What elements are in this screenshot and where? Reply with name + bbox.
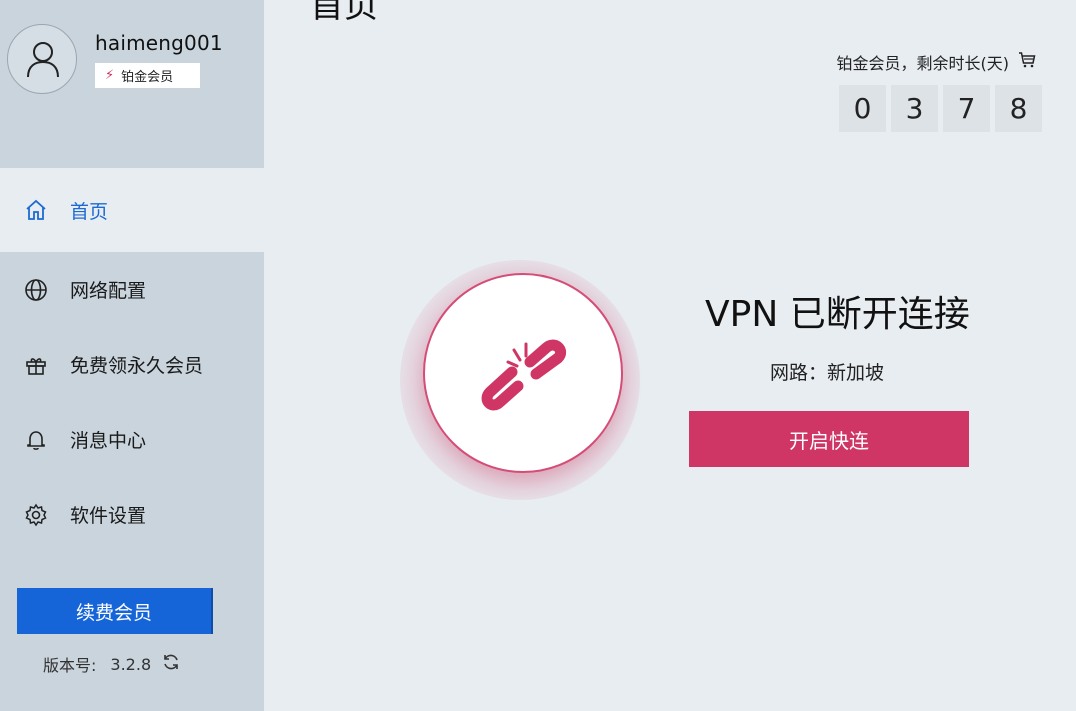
sidebar-item-free-membership[interactable]: 免费领永久会员 (0, 327, 264, 402)
day-digit: 3 (891, 85, 938, 132)
sidebar-item-label: 网络配置 (70, 280, 147, 302)
home-icon (23, 197, 49, 223)
day-digit: 7 (943, 85, 990, 132)
sidebar-item-settings[interactable]: 软件设置 (0, 477, 264, 552)
sidebar-item-label: 免费领永久会员 (70, 355, 204, 377)
route-label[interactable]: 网路：新加坡 (770, 358, 884, 385)
membership-badge-label: 铂金会员 (121, 70, 174, 85)
sidebar-nav: 首页 网络配置 免费领永久会员 消息中心 软件设置 (0, 168, 264, 552)
sidebar-item-messages[interactable]: 消息中心 (0, 402, 264, 477)
broken-link-icon (481, 339, 567, 411)
sidebar-item-network[interactable]: 网络配置 (0, 252, 264, 327)
gear-icon (23, 502, 49, 528)
membership-remaining-label: 铂金会员，剩余时长(天) (837, 50, 1037, 74)
version-info: 版本号: 3.2.8 (43, 652, 181, 676)
bolt-icon: ⚡ (105, 68, 115, 83)
cart-icon[interactable] (1018, 51, 1036, 73)
quick-connect-button[interactable]: 开启快连 (689, 411, 969, 467)
sidebar-item-label: 软件设置 (70, 505, 147, 527)
page-title: 首页 (310, 0, 378, 26)
membership-remaining-text: 铂金会员，剩余时长(天) (836, 54, 1010, 73)
connection-status-title: VPN 已断开连接 (705, 294, 970, 335)
sidebar-item-home[interactable]: 首页 (0, 168, 264, 252)
version-label: 版本号: (43, 656, 97, 675)
remaining-days-counter: 0 3 7 8 (839, 85, 1047, 132)
version-value: 3.2.8 (110, 654, 152, 674)
status-circle[interactable] (423, 273, 623, 473)
day-digit: 8 (995, 85, 1042, 132)
avatar[interactable] (7, 24, 77, 94)
profile-section: haimeng001 ⚡ 铂金会员 (0, 0, 264, 168)
globe-icon (23, 277, 49, 303)
username: haimeng001 (95, 31, 223, 55)
sidebar: haimeng001 ⚡ 铂金会员 首页 网络配置 免费领永久会员 消息中心 软… (0, 0, 264, 711)
sidebar-item-label: 首页 (70, 200, 109, 223)
day-digit: 0 (839, 85, 886, 132)
user-icon (27, 42, 59, 78)
renew-membership-button[interactable]: 续费会员 (17, 588, 213, 634)
membership-badge: ⚡ 铂金会员 (95, 63, 200, 88)
gift-icon (23, 352, 49, 378)
refresh-icon[interactable] (161, 652, 181, 676)
bell-icon (23, 427, 49, 453)
sidebar-item-label: 消息中心 (70, 430, 147, 452)
connection-status-indicator[interactable] (395, 255, 645, 500)
